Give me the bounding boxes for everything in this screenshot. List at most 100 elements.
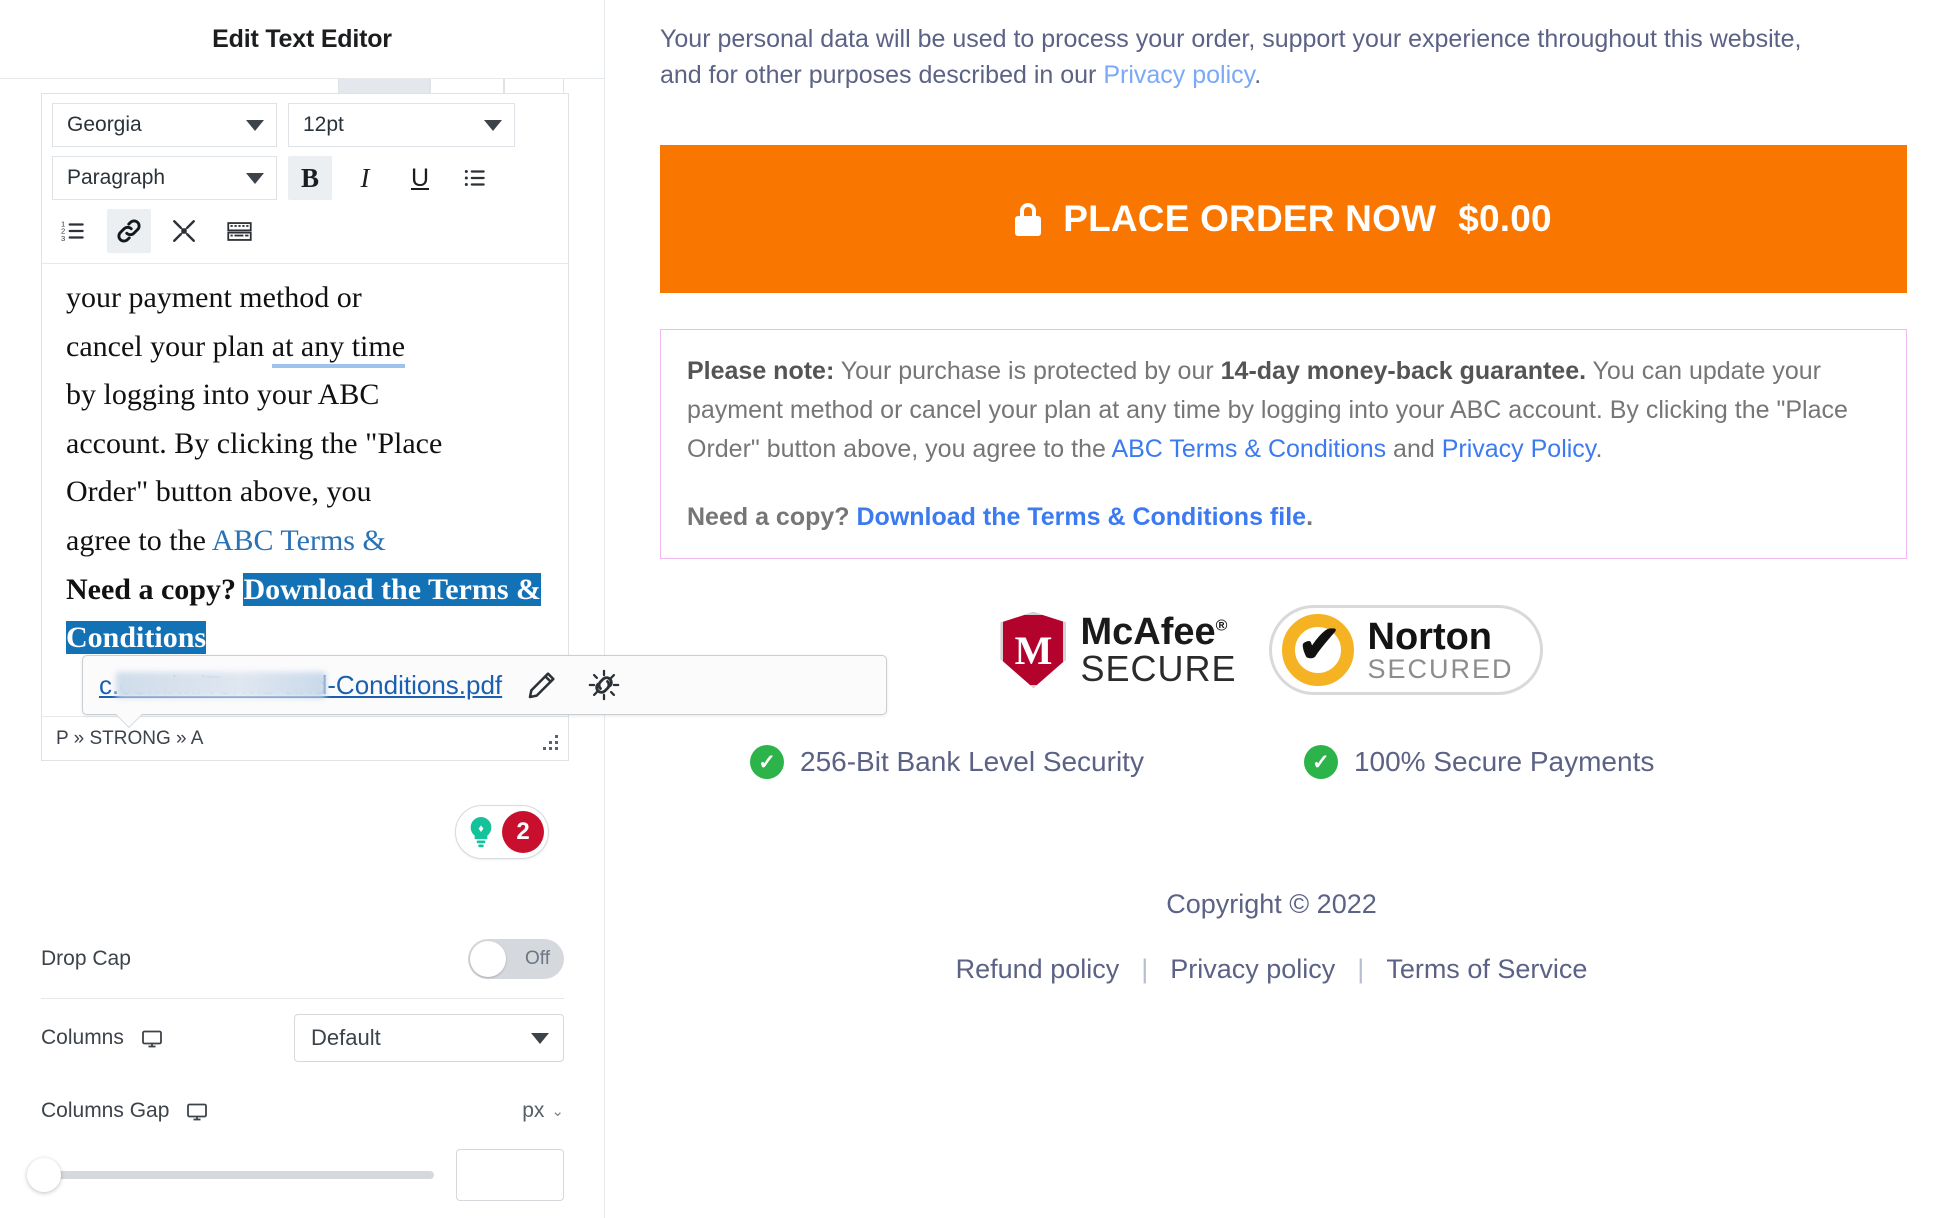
- block-format-value: Paragraph: [67, 166, 166, 189]
- slider-handle[interactable]: [27, 1158, 61, 1192]
- need-a-copy-label: Need a copy?: [687, 503, 857, 531]
- footer-link-privacy-policy[interactable]: Privacy policy: [1170, 954, 1335, 985]
- please-note-paragraph: Please note: Your purchase is protected …: [687, 352, 1880, 469]
- columns-value: Default: [311, 1025, 381, 1050]
- toggle-knob: [470, 941, 506, 977]
- columns-gap-unit: px: [522, 1099, 545, 1122]
- desktop-monitor-icon[interactable]: [140, 1027, 162, 1049]
- editor-paragraph: your payment method or cancel your plan …: [66, 274, 544, 663]
- check-circle-icon: ✓: [750, 745, 784, 779]
- underline-button[interactable]: U: [398, 156, 442, 200]
- norton-checkmark-icon: ✔: [1281, 614, 1354, 686]
- place-order-button[interactable]: PLACE ORDER NOW $0.00: [660, 145, 1907, 293]
- please-note-box: Please note: Your purchase is protected …: [660, 329, 1907, 559]
- security-item-label: 100% Secure Payments: [1353, 746, 1655, 777]
- please-note-t4: .: [1595, 435, 1603, 463]
- pencil-icon[interactable]: [520, 663, 564, 707]
- unlink-icon[interactable]: [582, 663, 626, 707]
- privacy-policy-link[interactable]: Privacy policy: [1103, 61, 1254, 89]
- keyboard-icon[interactable]: [217, 209, 261, 253]
- need-a-copy-line: Need a copy? Download the Terms & Condit…: [687, 503, 1880, 532]
- chevron-down-icon: [531, 1032, 549, 1044]
- drop-cap-state: Off: [525, 948, 550, 969]
- numbered-list-icon[interactable]: 1 2 3: [52, 209, 96, 253]
- link-icon[interactable]: [107, 209, 151, 253]
- editor-line-3: by logging into your ABC: [66, 378, 380, 412]
- privacy-consent-text: Your personal data will be used to proce…: [660, 22, 1840, 93]
- security-item-bank-level: ✓ 256-Bit Bank Level Security: [750, 745, 1144, 779]
- editor-line-2-underlined: at any time: [271, 329, 406, 368]
- security-features-row: ✓ 256-Bit Bank Level Security ✓ 100% Sec…: [660, 745, 1883, 779]
- editor-line-5a: Order" button above, you: [66, 475, 372, 509]
- editor-resize-handle[interactable]: [540, 735, 558, 753]
- grammarly-badge[interactable]: 2: [455, 805, 549, 859]
- editor-line-1: your payment method or: [66, 281, 362, 314]
- mcafee-shield-icon: M: [1000, 612, 1067, 688]
- font-size-select[interactable]: 12pt: [288, 103, 515, 147]
- norton-secured-badge: ✔ Norton SECURED: [1268, 605, 1543, 695]
- font-family-value: Georgia: [67, 113, 142, 136]
- drop-cap-toggle[interactable]: Off: [468, 939, 564, 979]
- columns-gap-label: Columns Gap: [41, 1099, 170, 1122]
- toolbar-row-1: Georgia 12pt: [52, 103, 558, 147]
- columns-gap-input[interactable]: [456, 1149, 564, 1201]
- italic-button[interactable]: I: [343, 156, 387, 200]
- link-preview-popup: c.com/.../Terms-and-Conditions.pdf: [82, 655, 887, 728]
- place-order-label: PLACE ORDER NOW: [1063, 198, 1437, 239]
- bullet-list-icon[interactable]: [453, 156, 497, 200]
- columns-label: Columns: [41, 1026, 124, 1049]
- bold-button[interactable]: B: [288, 156, 332, 200]
- lightbulb-icon: [462, 813, 500, 851]
- security-item-label: 256-Bit Bank Level Security: [800, 746, 1144, 777]
- mcafee-name: McAfee: [1080, 611, 1216, 653]
- block-format-select[interactable]: Paragraph: [52, 156, 277, 200]
- columns-gap-unit-selector[interactable]: px ⌄: [522, 1099, 564, 1123]
- fullscreen-icon[interactable]: [162, 209, 206, 253]
- footer-link-terms-of-service[interactable]: Terms of Service: [1386, 954, 1587, 985]
- svg-text:3: 3: [61, 234, 65, 243]
- abc-terms-conditions-link[interactable]: ABC Terms & Conditions: [1111, 435, 1386, 463]
- panel-tab-strip: [338, 79, 568, 93]
- lock-icon: [1015, 202, 1042, 236]
- columns-gap-slider[interactable]: [27, 1158, 434, 1192]
- please-note-lead: Please note:: [687, 357, 835, 385]
- desktop-monitor-icon[interactable]: [185, 1100, 208, 1122]
- editor-toolbar: Georgia 12pt Paragraph B I U 1 2 3: [42, 94, 568, 264]
- tab-advanced[interactable]: [504, 79, 564, 93]
- privacy-policy-link-note[interactable]: Privacy Policy: [1442, 435, 1596, 463]
- copyright-text: Copyright © 2022: [1166, 889, 1377, 919]
- font-family-select[interactable]: Georgia: [52, 103, 277, 147]
- drop-cap-label: Drop Cap: [41, 947, 131, 970]
- drop-cap-row: Drop Cap Off: [0, 930, 605, 988]
- columns-select[interactable]: Default: [294, 1014, 564, 1062]
- columns-gap-row: Columns Gap px ⌄: [0, 1077, 605, 1145]
- mcafee-wordmark: McAfee® SECURE: [1080, 613, 1236, 687]
- privacy-text-after: .: [1254, 60, 1262, 89]
- editor-line-4: account. By clicking the "Place: [66, 426, 443, 460]
- tab-style[interactable]: [430, 79, 504, 93]
- tab-content[interactable]: [338, 79, 430, 93]
- chevron-down-icon: [484, 119, 502, 131]
- editor-content-area[interactable]: your payment method or cancel your plan …: [42, 264, 568, 716]
- editor-line-2a: cancel your plan: [66, 329, 272, 363]
- please-note-t3: and: [1386, 435, 1442, 463]
- please-note-t1: Your purchase is protected by our: [834, 357, 1221, 385]
- registered-trademark-icon: ®: [1215, 617, 1228, 635]
- link-url-redaction: [116, 671, 326, 698]
- norton-name: Norton: [1367, 615, 1493, 658]
- editor-sidebar: Edit Text Editor Georgia 12pt Paragraph …: [0, 0, 887, 1218]
- check-circle-icon: ✓: [1303, 745, 1338, 779]
- font-size-value: 12pt: [303, 113, 344, 136]
- grammarly-issue-count[interactable]: 2: [502, 811, 544, 853]
- link-url[interactable]: c.com/.../Terms-and-Conditions.pdf: [99, 670, 502, 701]
- sidebar-header: Edit Text Editor: [0, 0, 604, 79]
- mcafee-name-row: McAfee®: [1080, 613, 1236, 651]
- download-terms-file-link[interactable]: Download the Terms & Conditions file: [857, 503, 1307, 531]
- sidebar-controls: Drop Cap Off Columns Default Columns Gap…: [0, 930, 605, 1205]
- footer-link-refund-policy[interactable]: Refund policy: [956, 954, 1120, 985]
- editor-abc-terms-link[interactable]: ABC Terms &: [212, 524, 386, 557]
- money-back-guarantee: 14-day money-back guarantee.: [1220, 357, 1587, 385]
- need-a-copy-period: .: [1306, 503, 1314, 531]
- toolbar-row-2: Paragraph B I U: [52, 156, 558, 200]
- link-url-prefix: c: [99, 669, 112, 700]
